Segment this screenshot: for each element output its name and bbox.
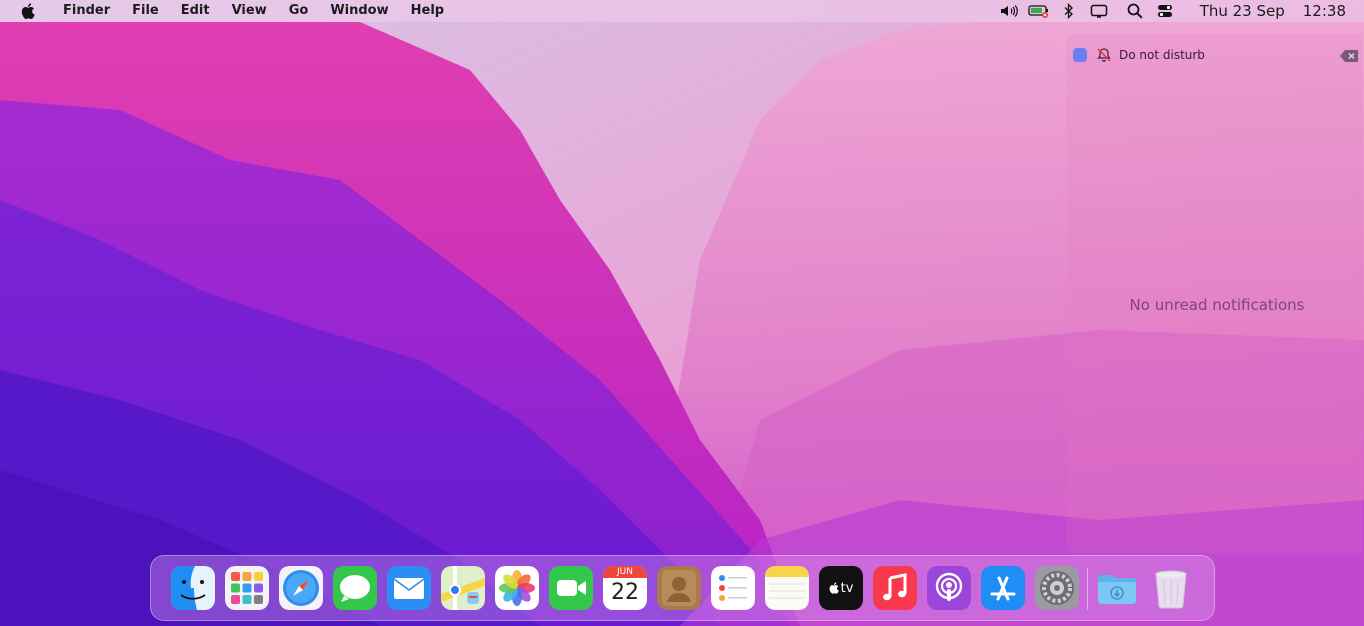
notification-dot-icon (1073, 48, 1087, 62)
menu-file[interactable]: File (121, 0, 170, 22)
menu-view[interactable]: View (221, 0, 278, 22)
contacts-icon[interactable] (657, 566, 701, 610)
menu-finder[interactable]: Finder (52, 0, 121, 22)
apple-tv-label: tv (840, 580, 854, 596)
search-icon[interactable] (1124, 0, 1146, 22)
facetime-icon[interactable] (549, 566, 593, 610)
notes-icon[interactable] (765, 566, 809, 610)
photos-icon[interactable] (495, 566, 539, 610)
menu-edit[interactable]: Edit (170, 0, 221, 22)
display-icon[interactable] (1088, 0, 1110, 22)
trash-icon[interactable] (1149, 566, 1193, 610)
do-not-disturb-row[interactable]: Do not disturb (1073, 46, 1205, 64)
menubar-date[interactable]: Thu 23 Sep (1200, 0, 1285, 22)
bluetooth-icon[interactable] (1058, 0, 1080, 22)
menubar-time[interactable]: 12:38 (1303, 0, 1346, 22)
downloads-folder-icon[interactable] (1095, 566, 1139, 610)
clear-notifications-icon[interactable] (1339, 48, 1359, 62)
dock-separator (1087, 568, 1088, 610)
app-store-icon[interactable] (981, 566, 1025, 610)
menu-window[interactable]: Window (319, 0, 399, 22)
podcasts-icon[interactable] (927, 566, 971, 610)
system-preferences-icon[interactable] (1035, 566, 1079, 610)
calendar-day: 22 (611, 580, 639, 605)
messages-icon[interactable] (333, 566, 377, 610)
safari-icon[interactable] (279, 566, 323, 610)
menu-go[interactable]: Go (278, 0, 320, 22)
volume-icon[interactable] (998, 0, 1020, 22)
control-center-icon[interactable] (1154, 0, 1176, 22)
battery-icon[interactable] (1028, 0, 1050, 22)
apple-logo-icon[interactable] (18, 1, 38, 21)
menu-help[interactable]: Help (400, 0, 455, 22)
reminders-icon[interactable] (711, 566, 755, 610)
maps-icon[interactable] (441, 566, 485, 610)
calendar-icon[interactable]: JUN 22 (603, 566, 647, 610)
empty-notifications-message: No unread notifications (1129, 296, 1305, 314)
music-icon[interactable] (873, 566, 917, 610)
mail-icon[interactable] (387, 566, 431, 610)
do-not-disturb-label: Do not disturb (1119, 48, 1205, 62)
calendar-month: JUN (603, 566, 647, 578)
dock: JUN 22 tv (150, 555, 1215, 621)
launchpad-icon[interactable] (225, 566, 269, 610)
notification-panel: Do not disturb No unread notifications (1067, 34, 1363, 553)
menu-bar: Finder File Edit View Go Window Help Thu… (0, 0, 1364, 22)
bell-slash-icon (1096, 47, 1112, 63)
finder-icon[interactable] (171, 566, 215, 610)
apple-tv-icon[interactable]: tv (819, 566, 863, 610)
